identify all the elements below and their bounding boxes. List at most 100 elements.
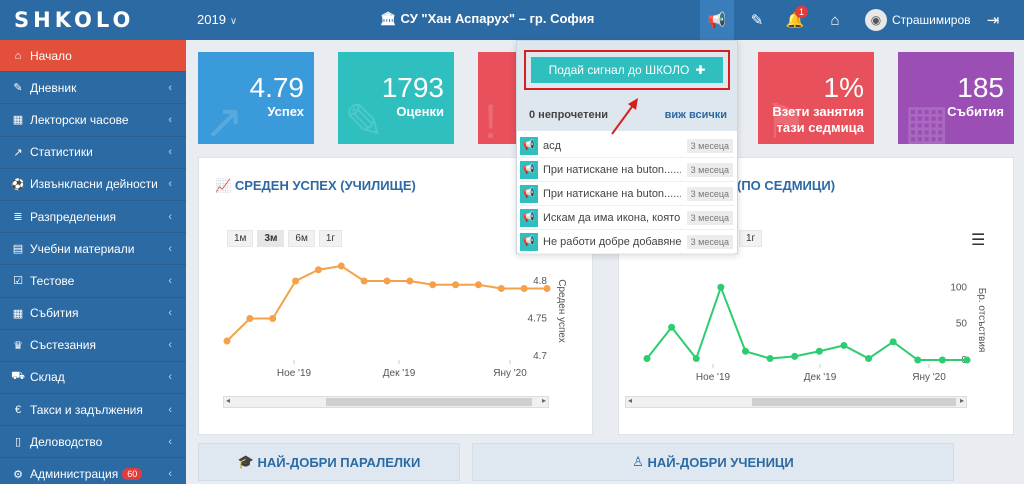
data-point[interactable] [497,285,505,292]
data-point[interactable] [766,355,774,363]
view-all-link[interactable]: виж всички [665,109,727,121]
data-point[interactable] [815,347,823,355]
signal-item[interactable]: 📢 При натискане на buton...... 3 месеца [519,158,735,182]
y-tick-label: 4.7 [533,351,547,362]
sidebar-item[interactable]: ☑ Тестове ‹ [0,265,186,298]
data-point[interactable] [406,277,414,285]
sidebar-badge: 60 [122,468,143,481]
scroll-right-icon[interactable]: ▸ [542,396,546,405]
home-icon[interactable]: ⌂ [818,0,852,40]
data-point[interactable] [360,277,368,285]
scroll-thumb[interactable] [752,398,956,406]
year-selector[interactable]: 2019 ∨ [197,12,237,27]
check-square-icon: ☑ [13,275,23,288]
stat-tile[interactable]: ✎ 1793 Оценки [338,52,454,144]
data-point[interactable] [717,283,725,291]
cogs-icon: ⚙ [13,468,23,481]
logout-icon[interactable]: ⇥ [976,0,1010,40]
institution-icon: 🏛 [380,11,397,26]
signal-time: 3 месеца [686,186,733,201]
sidebar-item-label: Разпределения [30,209,117,224]
data-point[interactable] [963,356,971,364]
data-point[interactable] [643,355,651,363]
scroll-left-icon[interactable]: ◂ [226,396,230,405]
sidebar-item[interactable]: ▤ Учебни материали ‹ [0,233,186,266]
signal-text: асд [543,139,562,152]
chevron-left-icon: ‹ [168,210,172,223]
signal-item[interactable]: 📢 Искам да има икона, която... 3 месеца [519,206,735,230]
avatar: ◉ [865,9,887,31]
data-point[interactable] [474,281,482,289]
scroll-thumb[interactable] [326,398,532,406]
bell-icon[interactable]: 🔔 1 [778,0,812,40]
megaphone-icon[interactable]: 📢 [700,0,734,40]
data-point[interactable] [791,352,799,360]
sidebar-item[interactable]: ⛟ Склад ‹ [0,362,186,395]
data-point[interactable] [246,315,254,322]
data-point[interactable] [543,285,551,292]
sidebar-item[interactable]: ↗ Статистики ‹ [0,137,186,169]
sidebar-item[interactable]: ✎ Дневник ‹ [0,72,186,105]
submit-signal-button[interactable]: Подай сигнал до ШКОЛО ✚ [531,57,723,83]
stat-tile[interactable]: ⚑ 1% Взети занятия тази седмица [758,52,874,144]
data-point[interactable] [668,323,676,331]
data-point[interactable] [269,315,277,322]
data-point[interactable] [692,355,700,363]
signal-item[interactable]: 📢 асд 3 месеца [519,134,735,158]
scroll-left-icon[interactable]: ◂ [628,396,632,405]
data-point[interactable] [223,337,231,345]
data-point[interactable] [337,262,345,270]
logo[interactable]: SHKOLO [14,8,134,32]
scroll-right-icon[interactable]: ▸ [960,396,964,405]
stat-tile[interactable]: ▦ 185 Събития [898,52,1014,144]
edit-icon: ✎ [13,82,23,95]
sidebar-item[interactable]: € Такси и задължения ‹ [0,394,186,427]
data-point[interactable] [292,277,300,285]
sidebar-item[interactable]: ≣ Разпределения ‹ [0,201,186,234]
sidebar-item[interactable]: ♛ Състезания ‹ [0,330,186,362]
data-point[interactable] [938,356,946,364]
signal-item[interactable]: 📢 Не работи добре добавянето... 3 месеца [519,230,735,254]
signals-dropdown: Подай сигнал до ШКОЛО ✚ 0 непрочетени виж… [516,40,738,254]
data-point[interactable] [914,356,922,364]
chevron-left-icon: ‹ [168,339,172,352]
data-point[interactable] [383,277,391,285]
data-point[interactable] [452,281,460,289]
signal-text: При натискане на buton...... [543,163,681,176]
data-point[interactable] [429,281,437,289]
data-point[interactable] [865,355,873,363]
sidebar-item[interactable]: ▦ Лекторски часове ‹ [0,104,186,137]
tile-decoration-icon: ▦ [904,96,950,144]
best-students-title: НАЙ-ДОБРИ УЧЕНИЦИ [647,454,794,470]
user-menu[interactable]: ◉ Страшимиров [865,9,971,31]
submit-signal-label: Подай сигнал до ШКОЛО [548,63,690,77]
best-classes-header: 🎓 НАЙ-ДОБРИ ПАРАЛЕЛКИ [198,443,460,481]
signal-item[interactable]: 📢 При натискане на buton...... 3 месеца [519,182,735,206]
x-tick-label: Яну '20 [493,368,527,379]
sidebar-item[interactable]: ⚙ Администрация 60 ‹ [0,458,186,484]
data-point[interactable] [520,285,528,292]
chevron-left-icon: ‹ [168,307,172,320]
chart-scrollbar[interactable]: ◂ ▸ [625,396,967,408]
sidebar-item-label: Администрация [30,467,119,482]
data-point[interactable] [314,266,322,274]
sidebar-item[interactable]: ⌂ Начало [0,40,186,73]
book-icon: ▤ [12,243,24,256]
sidebar-item[interactable]: ▯ Деловодство ‹ [0,426,186,459]
chart-scrollbar[interactable]: ◂ ▸ [223,396,549,408]
sidebar-item-label: Състезания [30,338,96,353]
list-icon: ≣ [13,211,23,224]
data-point[interactable] [889,338,897,346]
x-tick-label: Дек '19 [804,372,837,383]
sidebar-item[interactable]: ▦ Събития ‹ [0,298,186,330]
chevron-left-icon: ‹ [168,468,172,481]
data-point[interactable] [741,347,749,355]
data-point[interactable] [840,341,848,349]
sidebar-item-label: Начало [30,48,72,63]
graduation-cap-icon: 🎓 [237,454,258,469]
chevron-left-icon: ‹ [168,81,172,94]
sidebar-item[interactable]: ⚽ Извънкласни дейности ‹ [0,169,186,201]
stat-tile[interactable]: ↗ 4.79 Успех [198,52,314,144]
home-icon: ⌂ [14,49,22,62]
edit-icon[interactable]: ✎ [740,0,774,40]
